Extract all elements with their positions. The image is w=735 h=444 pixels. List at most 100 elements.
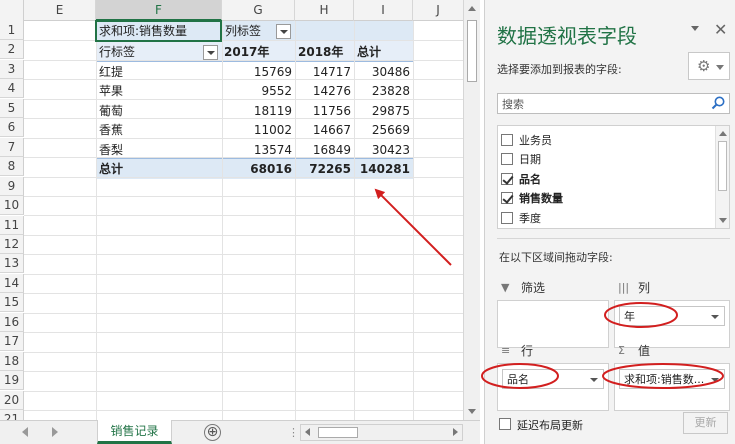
vertical-scrollbar[interactable] <box>463 0 480 420</box>
pivot-cell-2017[interactable]: 15769 <box>222 63 292 82</box>
row-header[interactable]: 14 <box>0 274 24 293</box>
row-header[interactable]: 20 <box>0 391 24 410</box>
pivot-row-label[interactable]: 红提 <box>99 63 123 82</box>
pivot-row-label[interactable]: 香梨 <box>99 141 123 160</box>
scroll-down-arrow-icon[interactable] <box>719 218 727 223</box>
chevron-down-icon[interactable] <box>711 378 719 382</box>
row-header[interactable]: 4 <box>0 79 24 98</box>
row-header[interactable]: 19 <box>0 371 24 390</box>
search-icon[interactable] <box>710 95 726 111</box>
row-header[interactable]: 6 <box>0 118 24 137</box>
field-list-scroll-thumb[interactable] <box>718 141 727 191</box>
column-header-e[interactable]: E <box>24 0 96 21</box>
pivot-row-label[interactable]: 葡萄 <box>99 102 123 121</box>
select-all-corner[interactable] <box>0 0 24 21</box>
add-sheet-button[interactable]: ⊕ <box>204 424 221 441</box>
pivot-value-header[interactable]: 求和项:销售数量 <box>99 22 187 41</box>
pivot-cell-2018[interactable]: 11756 <box>295 102 351 121</box>
pivot-cell-total[interactable]: 23828 <box>354 82 410 101</box>
field-checkbox[interactable] <box>501 192 513 205</box>
rows-field-pill[interactable]: 品名 <box>502 369 604 389</box>
row-labels-filter-dropdown[interactable] <box>203 45 218 60</box>
pivot-cell-2017[interactable]: 11002 <box>222 121 292 140</box>
row-header[interactable]: 15 <box>0 293 24 312</box>
row-header[interactable]: 8 <box>0 157 24 176</box>
columns-field-pill[interactable]: 年 <box>619 306 725 326</box>
layout-options-button[interactable]: ⚙ <box>688 52 730 80</box>
rows-area-title: 行 <box>521 344 534 358</box>
pivot-cell-2018[interactable]: 14667 <box>295 121 351 140</box>
pivot-row-label[interactable]: 香蕉 <box>99 121 123 140</box>
row-header[interactable]: 12 <box>0 235 24 254</box>
scroll-down-arrow-icon[interactable] <box>468 409 476 414</box>
pivot-cell-2017[interactable]: 13574 <box>222 141 292 160</box>
row-header[interactable]: 10 <box>0 196 24 215</box>
prev-sheet-arrow-icon[interactable] <box>22 427 28 437</box>
pivot-col-labels-header[interactable]: 列标签 <box>225 22 261 41</box>
pivot-cell-2017[interactable]: 9552 <box>222 82 292 101</box>
next-sheet-arrow-icon[interactable] <box>52 427 58 437</box>
row-header[interactable]: 9 <box>0 177 24 196</box>
column-header-g[interactable]: G <box>222 0 295 21</box>
worksheet-grid[interactable]: E F G H I J 1 2 3 4 5 6 7 8 9 10 11 12 13 14 15 16 17 18 1… <box>0 0 463 420</box>
column-header-i[interactable]: I <box>354 0 413 21</box>
row-header[interactable]: 18 <box>0 352 24 371</box>
col-labels-filter-dropdown[interactable] <box>276 24 291 39</box>
field-checkbox[interactable] <box>501 211 513 224</box>
pivot-cell-2018[interactable]: 14276 <box>295 82 351 101</box>
scroll-left-arrow-icon[interactable] <box>305 428 310 436</box>
vertical-scroll-thumb[interactable] <box>467 20 477 82</box>
pivot-row-label[interactable]: 苹果 <box>99 82 123 101</box>
pivot-grand-total-2017[interactable]: 68016 <box>222 160 292 179</box>
pivot-cell-2018[interactable]: 14717 <box>295 63 351 82</box>
field-search-input[interactable]: 搜索 <box>497 93 730 114</box>
row-header[interactable]: 7 <box>0 138 24 157</box>
pivot-grand-total-2018[interactable]: 72265 <box>295 160 351 179</box>
update-button[interactable]: 更新 <box>683 412 728 434</box>
row-header[interactable]: 11 <box>0 216 24 235</box>
row-header[interactable]: 5 <box>0 99 24 118</box>
chevron-down-icon[interactable] <box>711 315 719 319</box>
close-icon[interactable]: ✕ <box>714 20 727 39</box>
pivot-cell-total[interactable]: 29875 <box>354 102 410 121</box>
pivot-grand-total-label[interactable]: 总计 <box>99 160 123 179</box>
field-checkbox[interactable] <box>501 172 513 185</box>
column-header-j[interactable]: J <box>413 0 463 21</box>
row-header[interactable]: 13 <box>0 254 24 273</box>
horizontal-scroll-thumb[interactable] <box>318 427 358 438</box>
scroll-right-arrow-icon[interactable] <box>453 428 458 436</box>
field-checkbox[interactable] <box>501 153 513 166</box>
pivot-col-item[interactable]: 2017年 <box>224 43 269 62</box>
scroll-up-arrow-icon[interactable] <box>719 131 727 136</box>
defer-layout-checkbox[interactable] <box>499 418 511 430</box>
field-checkbox[interactable] <box>501 134 513 146</box>
pivot-col-item[interactable]: 总计 <box>357 43 381 62</box>
pivot-cell-total[interactable]: 30486 <box>354 63 410 82</box>
field-list-scrollbar[interactable] <box>715 126 729 228</box>
values-field-pill[interactable]: 求和项:销售数... <box>619 369 725 389</box>
pivot-row-labels-header[interactable]: 行标签 <box>99 43 135 62</box>
row-header[interactable]: 3 <box>0 60 24 79</box>
chevron-down-icon[interactable] <box>590 378 598 382</box>
pivot-cell-2018[interactable]: 16849 <box>295 141 351 160</box>
row-header[interactable]: 2 <box>0 40 24 59</box>
horizontal-scrollbar[interactable] <box>300 424 463 441</box>
column-header-h[interactable]: H <box>295 0 354 21</box>
rows-drop-zone[interactable]: 品名 <box>497 363 609 411</box>
pivot-grand-total-total[interactable]: 140281 <box>354 160 410 179</box>
column-header-f[interactable]: F <box>96 0 222 21</box>
row-header[interactable]: 16 <box>0 313 24 332</box>
row-header[interactable]: 17 <box>0 332 24 351</box>
tab-split-handle-icon[interactable]: ⋮ <box>288 426 299 439</box>
columns-field-label: 年 <box>624 310 635 323</box>
row-header[interactable]: 1 <box>0 21 24 40</box>
pivot-cell-total[interactable]: 25669 <box>354 121 410 140</box>
scroll-up-arrow-icon[interactable] <box>468 6 476 11</box>
pivot-col-item[interactable]: 2018年 <box>298 43 343 62</box>
sheet-tab-sales-records[interactable]: 销售记录 <box>97 420 172 444</box>
row-header[interactable]: 21 <box>0 410 24 420</box>
pivot-cell-2017[interactable]: 18119 <box>222 102 292 121</box>
pane-options-chevron-down-icon[interactable] <box>691 26 699 31</box>
values-drop-zone[interactable]: 求和项:销售数... <box>614 363 730 411</box>
pivot-cell-total[interactable]: 30423 <box>354 141 410 160</box>
